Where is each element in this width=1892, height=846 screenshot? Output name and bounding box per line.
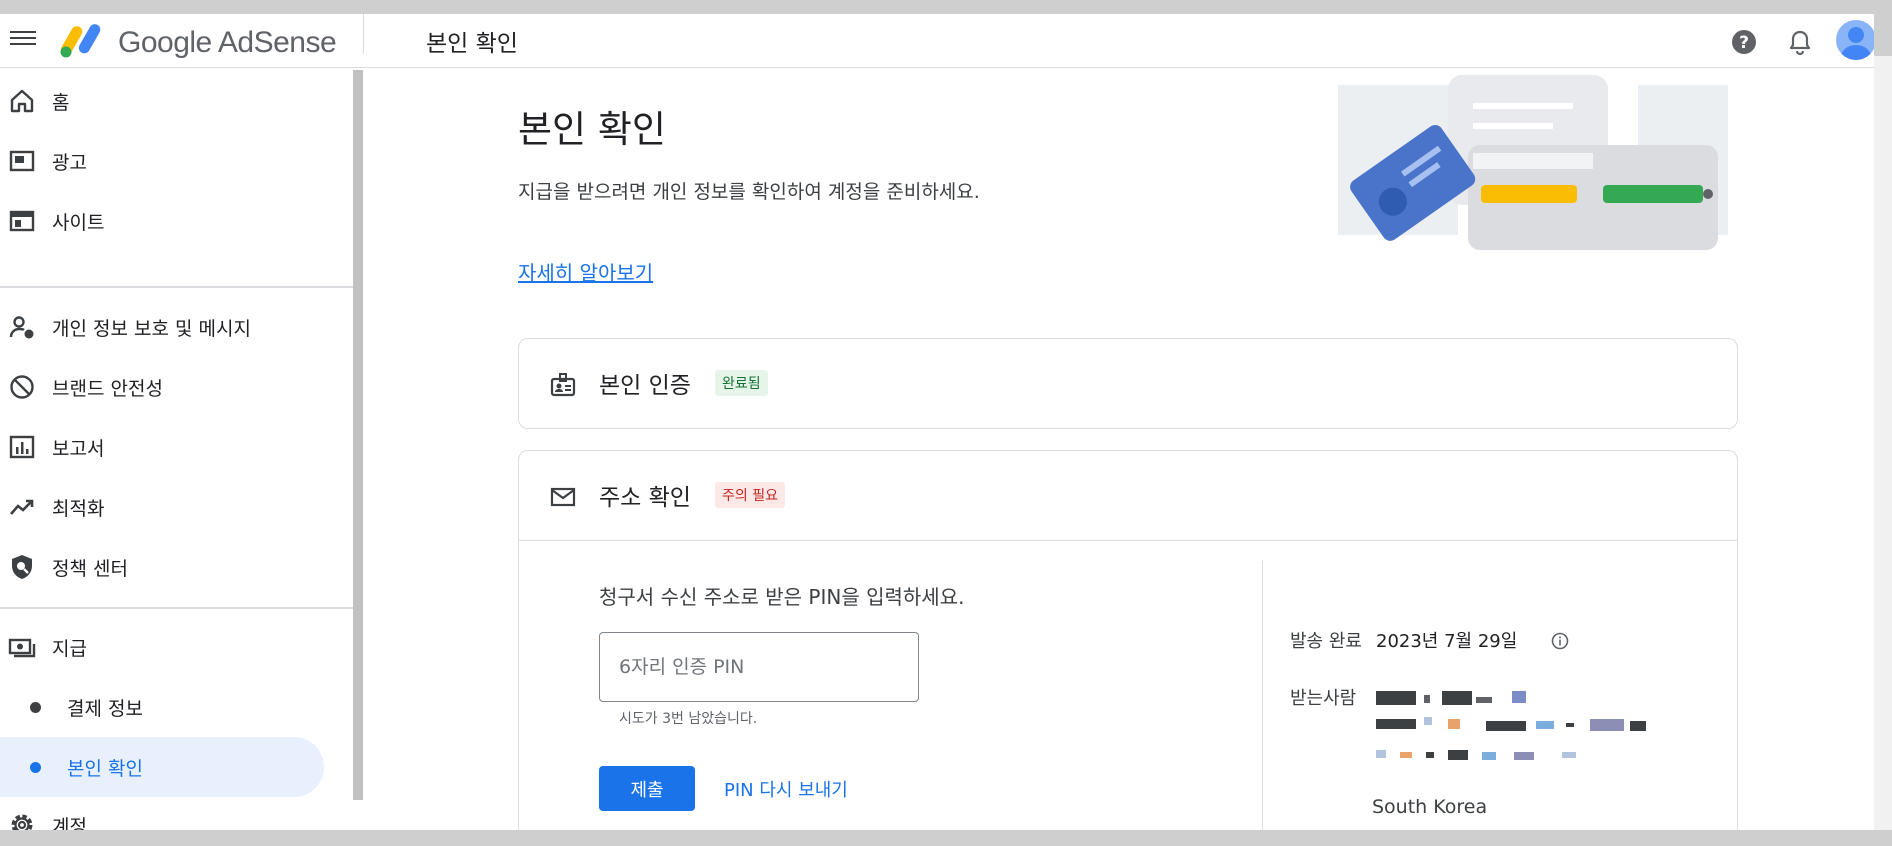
sent-label: 발송 완료	[1290, 631, 1362, 652]
address-verification-card: 주소 확인 주의 필요 청구서 수신 주소로 받은 PIN을 입력하세요. 시도…	[518, 450, 1738, 830]
sidebar-item-reports[interactable]: 보고서	[0, 421, 354, 473]
bar-chart-icon	[9, 435, 35, 459]
sidebar-item-label: 브랜드 안전성	[52, 377, 163, 400]
wallet-id-card-illustration-icon	[1338, 75, 1728, 250]
sidebar-item-payments[interactable]: 지급	[0, 621, 354, 673]
adsense-logo-icon	[60, 24, 101, 58]
account-avatar[interactable]	[1836, 20, 1874, 60]
sidebar-item-privacy-messaging[interactable]: 개인 정보 보호 및 메시지	[0, 301, 354, 353]
ads-icon	[9, 150, 35, 172]
sidebar-item-label: 계정	[52, 815, 87, 831]
sidebar-subitem-identity-verification[interactable]: 본인 확인	[0, 737, 324, 797]
sidebar-item-brand-safety[interactable]: 브랜드 안전성	[0, 361, 354, 413]
sites-icon	[9, 210, 35, 232]
sidebar-item-optimization[interactable]: 최적화	[0, 481, 354, 533]
sidebar-item-label: 지급	[52, 637, 87, 660]
card-header: 본인 인증 완료됨	[519, 339, 1737, 429]
sent-date: 2023년 7월 29일	[1376, 631, 1518, 652]
redacted-address-line	[1376, 691, 1526, 705]
redacted-address-line	[1376, 717, 1646, 731]
id-badge-icon	[550, 373, 576, 397]
page-scrollbar[interactable]	[1874, 56, 1892, 830]
sidebar-item-sites[interactable]: 사이트	[0, 195, 354, 247]
pin-prompt-text: 청구서 수신 주소로 받은 PIN을 입력하세요.	[599, 585, 965, 609]
block-icon	[10, 375, 34, 399]
screen-frame: Google AdSense 본인 확인 ? 홈 광고 사이트 개인 정보 보호…	[0, 0, 1892, 846]
adsense-app: Google AdSense 본인 확인 ? 홈 광고 사이트 개인 정보 보호…	[0, 14, 1874, 830]
recipient-country: South Korea	[1372, 796, 1488, 818]
sidebar-subitem-label: 결제 정보	[67, 697, 143, 720]
sidebar-item-account[interactable]: 계정	[0, 799, 354, 830]
card-header[interactable]: 주소 확인 주의 필요	[519, 451, 1737, 541]
sidebar-divider	[0, 607, 354, 609]
sidebar-item-home[interactable]: 홈	[0, 75, 354, 127]
recipient-label: 받는사람	[1290, 688, 1357, 709]
identity-verification-card[interactable]: 본인 인증 완료됨	[518, 338, 1738, 429]
sidebar-item-policy-center[interactable]: 정책 센터	[0, 541, 354, 593]
sidebar-subitem-label: 본인 확인	[67, 757, 143, 780]
address-card-title: 주소 확인	[599, 485, 691, 511]
sidebar-subitem-payment-info[interactable]: 결제 정보	[0, 681, 354, 733]
sidebar-item-label: 개인 정보 보호 및 메시지	[52, 317, 251, 340]
sidebar-item-label: 보고서	[52, 437, 105, 460]
payments-icon	[8, 638, 36, 658]
svg-text:?: ?	[1739, 33, 1749, 53]
status-badge: 완료됨	[715, 370, 768, 396]
sidebar-scrollbar[interactable]	[353, 70, 363, 800]
pin-input[interactable]	[599, 632, 919, 702]
menu-icon[interactable]	[10, 28, 36, 50]
brand-name[interactable]: Google AdSense	[118, 26, 337, 60]
submit-button[interactable]: 제출	[599, 766, 695, 811]
settings-gear-icon	[11, 814, 33, 830]
sidebar-item-label: 정책 센터	[52, 557, 128, 580]
privacy-person-icon	[9, 316, 34, 339]
sidebar-item-label: 광고	[52, 151, 87, 174]
page-description: 지급을 받으려면 개인 정보를 확인하여 계정을 준비하세요.	[518, 181, 980, 203]
sidebar-item-label: 사이트	[52, 211, 105, 234]
left-nav: 홈 광고 사이트 개인 정보 보호 및 메시지 브랜드 안전성 보고서 최적화	[0, 69, 354, 830]
resend-pin-button[interactable]: PIN 다시 보내기	[724, 776, 848, 802]
help-icon[interactable]: ?	[1730, 28, 1758, 56]
sidebar-item-ads[interactable]: 광고	[0, 135, 354, 187]
top-app-bar: Google AdSense 본인 확인 ?	[0, 14, 1874, 68]
bullet-dot	[30, 761, 41, 773]
policy-shield-icon	[12, 555, 32, 579]
header-page-title: 본인 확인	[426, 31, 518, 57]
learn-more-link[interactable]: 자세히 알아보기	[518, 257, 653, 286]
notifications-bell-icon[interactable]	[1786, 28, 1814, 56]
main-content: 본인 확인 지급을 받으려면 개인 정보를 확인하여 계정을 준비하세요. 자세…	[363, 69, 1874, 830]
header-divider	[363, 14, 364, 54]
sidebar-divider	[0, 286, 354, 288]
sidebar-item-label: 최적화	[52, 497, 105, 520]
attempts-left-helper: 시도가 3번 남았습니다.	[619, 711, 758, 727]
bullet-dot	[30, 701, 41, 713]
page-title: 본인 확인	[518, 108, 666, 151]
card-vertical-divider	[1262, 561, 1263, 830]
info-icon[interactable]	[1550, 631, 1570, 651]
sidebar-item-label: 홈	[52, 91, 70, 114]
trending-up-icon	[10, 499, 34, 515]
redacted-address-line	[1376, 750, 1576, 760]
mail-envelope-icon	[550, 487, 576, 507]
identity-card-title: 본인 인증	[599, 373, 691, 399]
home-icon	[10, 89, 34, 113]
status-badge: 주의 필요	[715, 482, 785, 508]
